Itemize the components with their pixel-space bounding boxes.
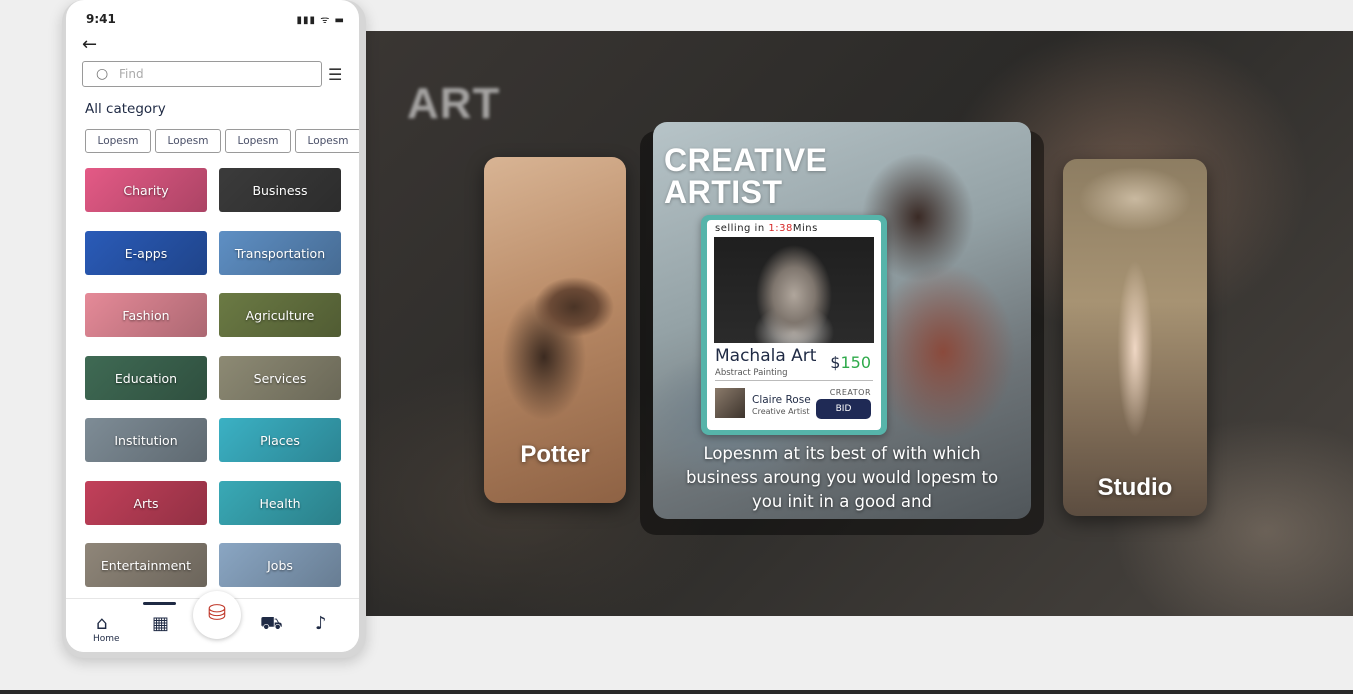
category-label: Health [259,495,301,511]
category-tile[interactable]: Arts [85,481,207,525]
main-card-heading: CREATIVE ARTIST [664,144,827,208]
category-tile[interactable]: Agriculture [219,293,341,337]
home-tab-label: Home [93,634,120,644]
creator-tag: CREATOR [829,388,871,397]
auction-card[interactable]: selling in 1:38Mins Machala Art Abstract… [701,215,887,435]
category-tile[interactable]: Education [85,356,207,400]
timer-value: 1:38 [768,223,793,234]
chip[interactable]: Lopesm [85,129,151,153]
search-icon: ○ [96,66,109,82]
category-tile[interactable]: Entertainment [85,543,207,587]
category-tile[interactable]: Fashion [85,293,207,337]
artwork-name: Machala Art [715,346,817,366]
grid-icon[interactable]: ▦ [152,613,169,634]
category-label: Fashion [122,307,170,323]
search-input[interactable] [119,65,309,83]
category-label: Jobs [267,557,293,573]
category-label: Places [260,432,300,448]
active-tab-indicator [143,602,176,605]
category-tile[interactable]: Services [219,356,341,400]
category-chips: Lopesm Lopesm Lopesm Lopesm [85,129,359,153]
price-amount: 150 [840,353,871,372]
selling-timer: selling in 1:38Mins [715,223,818,234]
back-arrow-icon[interactable]: ← [82,34,97,55]
chip[interactable]: Lopesm [225,129,291,153]
timer-prefix: selling in [715,223,769,234]
heading-line-1: CREATIVE [664,142,828,178]
auction-card-body: selling in 1:38Mins Machala Art Abstract… [707,220,881,430]
studio-card-label: Studio [1097,474,1173,501]
bid-button[interactable]: BID [816,399,871,419]
category-label: Arts [133,495,159,511]
divider [715,380,873,381]
category-tile[interactable]: Business [219,168,341,212]
artwork-image [714,237,874,343]
creator-avatar [715,388,745,418]
chip[interactable]: Lopesm [155,129,221,153]
category-tile[interactable]: Charity [85,168,207,212]
phone-screen: 9:41 ▮▮▮ ᯤ ▬ ← ○ ☰ All category LopesmLo… [66,0,359,652]
creator-role: Creative Artist [752,407,810,416]
section-title: All category [85,101,166,117]
bell-icon[interactable]: ♪ [315,613,327,634]
category-label: Education [114,370,178,386]
potter-card[interactable]: Potter [484,157,626,503]
chip[interactable]: Lopesm [295,129,359,153]
artwork-category: Abstract Painting [715,368,788,378]
category-tile[interactable]: Places [219,418,341,462]
home-icon[interactable]: ⌂ [96,613,107,634]
price-currency: $ [830,353,841,372]
category-tile[interactable]: Jobs [219,543,341,587]
hero-title: ART [407,79,501,128]
category-tile[interactable]: Institution [85,418,207,462]
main-card-caption: Lopesnm at its best of with which busine… [685,444,999,511]
category-label: Institution [114,432,178,448]
category-label: Entertainment [100,557,192,573]
timer-unit: Mins [792,223,818,234]
status-icons: ▮▮▮ ᯤ ▬ [296,15,345,26]
category-tile[interactable]: Transportation [219,231,341,275]
category-label: Agriculture [245,307,315,323]
hero-banner: ART Potter CREATIVE ARTIST Lopesnm at it… [366,31,1353,616]
status-time: 9:41 [86,12,116,26]
creator-name: Claire Rose [752,394,811,406]
category-label: E-apps [124,245,168,261]
category-label: Business [252,182,308,198]
shopping-bag-icon[interactable]: ⛁ [193,591,241,639]
potter-card-label: Potter [520,441,590,468]
search-field[interactable]: ○ [82,61,322,87]
category-label: Charity [123,182,169,198]
phone-frame: 9:41 ▮▮▮ ᯤ ▬ ← ○ ☰ All category LopesmLo… [62,0,366,658]
filter-icon[interactable]: ☰ [328,65,342,84]
heading-line-2: ARTIST [664,174,783,210]
studio-card[interactable]: Studio [1063,159,1207,516]
category-label: Services [253,370,307,386]
cart-icon[interactable]: ⛟ [260,613,283,637]
bottom-edge [0,690,1353,694]
artwork-price: $150 [830,353,871,372]
category-tile[interactable]: Health [219,481,341,525]
category-label: Transportation [234,245,326,261]
category-tile[interactable]: E-apps [85,231,207,275]
